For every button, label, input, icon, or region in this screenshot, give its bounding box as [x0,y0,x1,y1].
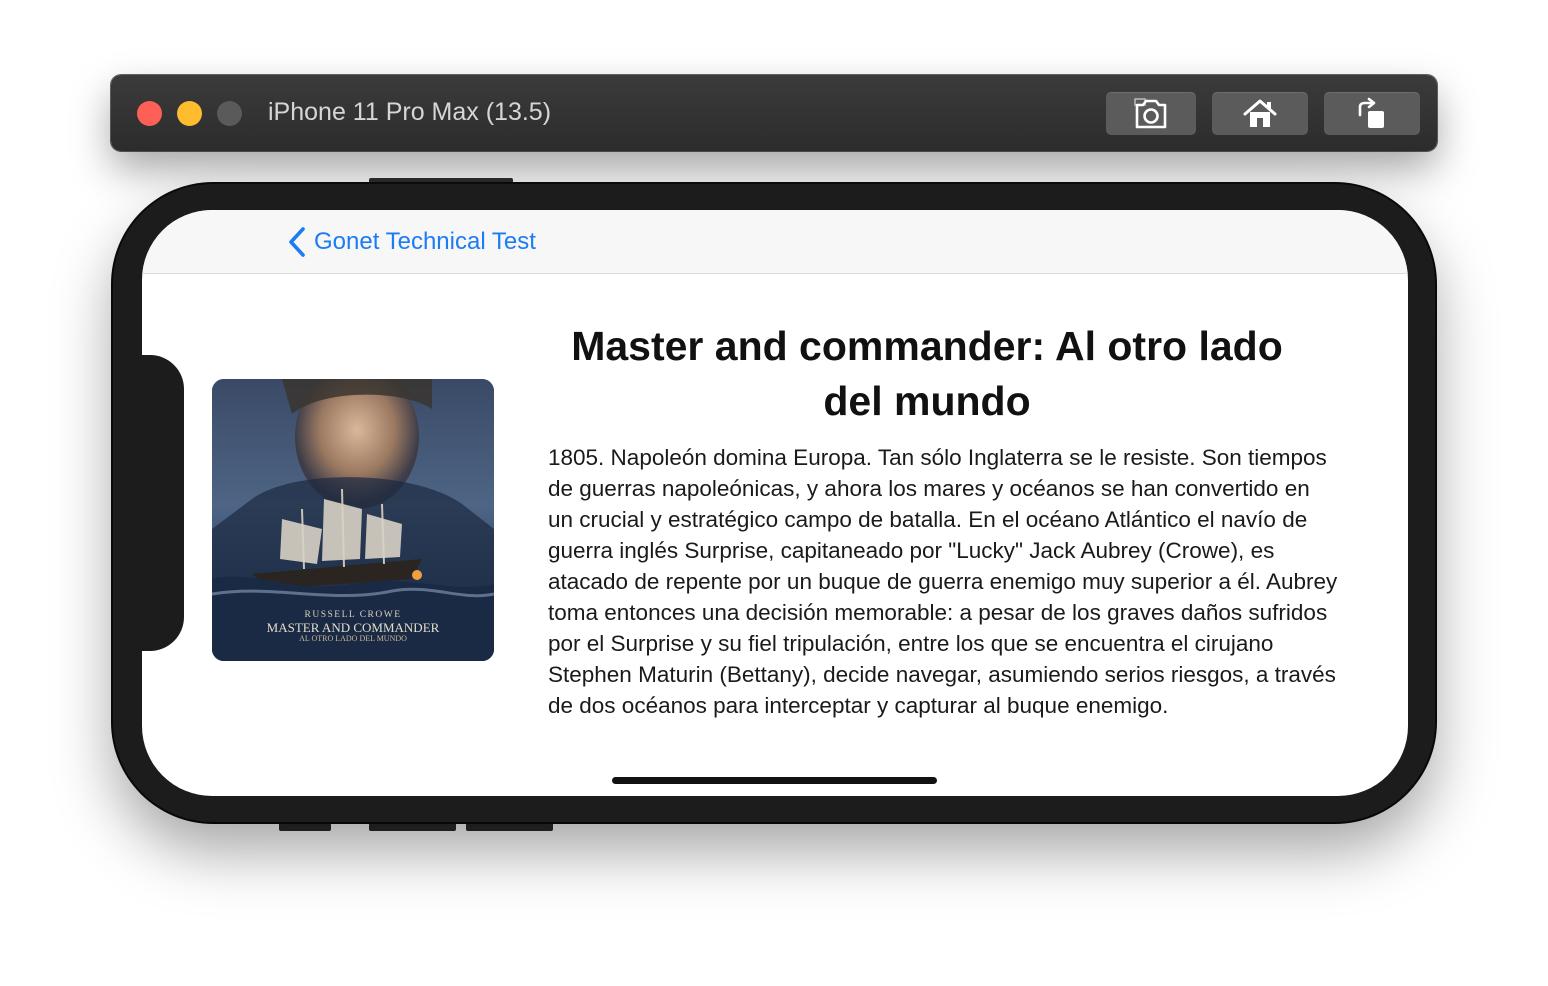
simulator-device-title: iPhone 11 Pro Max (13.5) [268,98,552,126]
zoom-window-button[interactable] [217,101,242,126]
poster-actor-text: RUSSELL CROWE [305,610,402,620]
sensor-notch [142,355,184,651]
home-indicator[interactable] [612,777,937,784]
home-button[interactable] [1212,92,1308,135]
simulator-stage: iPhone 11 Pro Max (13.5) Gonet Technical… [0,0,1548,986]
poster-subtitle-text: AL OTRO LADO DEL MUNDO [299,634,407,643]
back-button-label: Gonet Technical Test [314,228,536,255]
rotate-button[interactable] [1324,92,1420,135]
movie-overview: 1805. Napoleón domina Europa. Tan sólo I… [548,445,1338,718]
movie-title: Master and commander: Al otro lado del m… [571,323,1283,424]
navigation-bar: Gonet Technical Test [142,210,1408,274]
rotate-icon [1358,97,1384,128]
back-button[interactable]: Gonet Technical Test [288,226,536,258]
home-icon [1243,99,1277,127]
volume-down-button [466,822,553,831]
phone-screen: Gonet Technical Test RUSSELL CROWE MASTE… [142,210,1408,796]
minimize-window-button[interactable] [177,101,202,126]
poster-title-text: MASTER AND COMMANDER [267,620,440,635]
silent-switch [279,822,331,831]
volume-up-button [369,822,456,831]
screenshot-button[interactable] [1106,92,1196,135]
movie-poster: RUSSELL CROWE MASTER AND COMMANDER AL OT… [212,379,494,661]
camera-icon [1134,97,1167,128]
close-window-button[interactable] [137,101,162,126]
chevron-left-icon [289,227,305,257]
